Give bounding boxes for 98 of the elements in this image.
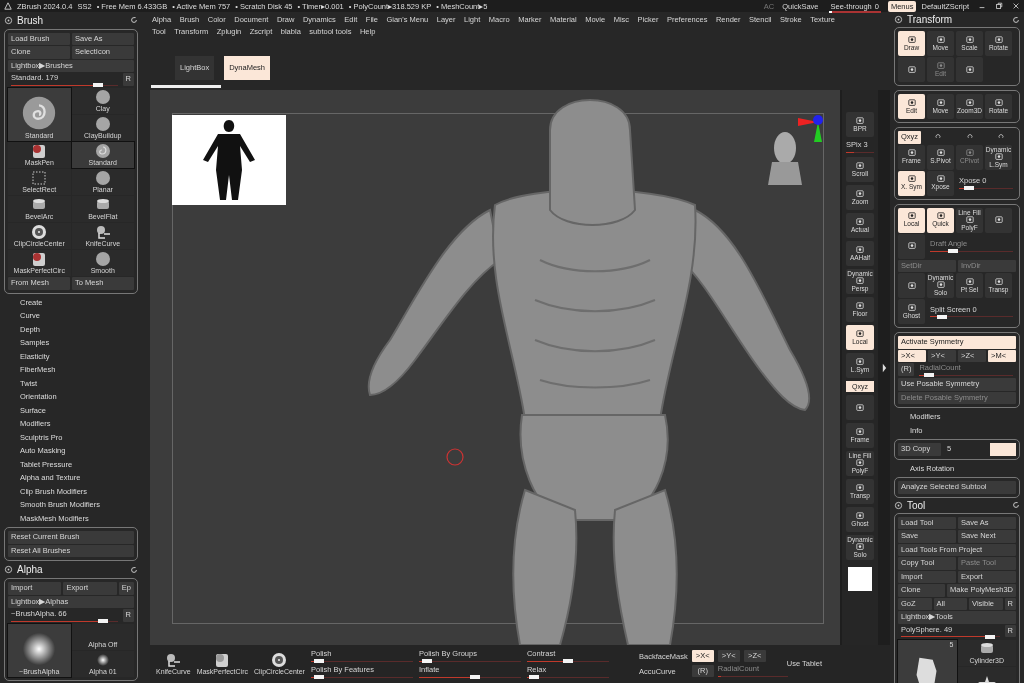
slider-track[interactable] (310, 659, 413, 663)
slider-thumb[interactable] (421, 659, 432, 663)
tool-glyph-icon (935, 212, 946, 220)
head-bust-icon[interactable] (768, 132, 802, 185)
slider-thumb[interactable] (529, 675, 540, 679)
slider-thumb[interactable] (97, 619, 108, 623)
tool-glyph-icon (906, 35, 917, 44)
logo-icon (4, 2, 12, 10)
tool-glyph-icon (993, 277, 1004, 286)
tool-glyph-icon (906, 98, 917, 107)
tool-glyph-icon (906, 65, 917, 74)
slider-track[interactable] (828, 10, 881, 13)
tool-glyph-icon (935, 35, 946, 44)
slider-track[interactable] (11, 619, 118, 623)
tool-glyph-icon (906, 281, 917, 290)
slider-thumb[interactable] (985, 634, 996, 639)
tool-glyph-icon (993, 35, 1004, 44)
tool-glyph-icon (964, 65, 975, 74)
tool-glyph-icon (935, 149, 946, 157)
tool-glyph-icon (855, 543, 865, 551)
slider-track[interactable] (11, 83, 118, 88)
tool-glyph-icon (855, 357, 865, 366)
tool-glyph-icon (855, 403, 865, 412)
tool-glyph-icon (993, 216, 1004, 224)
tool-glyph-icon (855, 245, 865, 254)
tool-glyph-icon (855, 189, 865, 198)
tool-glyph-icon (855, 277, 865, 285)
tool-glyph-icon (906, 175, 917, 183)
tool-glyph-icon (906, 149, 917, 157)
slider-track[interactable] (418, 659, 521, 663)
tool-glyph-icon (855, 161, 865, 170)
tool-button[interactable] (898, 273, 925, 298)
tool-glyph-icon (993, 98, 1004, 107)
slider-thumb[interactable] (937, 314, 948, 319)
slider-thumb[interactable] (562, 659, 573, 663)
tool-glyph-icon (855, 217, 865, 226)
slider-track[interactable] (717, 674, 788, 678)
tool-button[interactable] (956, 57, 983, 82)
tool-glyph-icon (855, 511, 865, 520)
slider-thumb[interactable] (313, 659, 324, 663)
tool-glyph-icon (855, 427, 865, 436)
palette-title[interactable]: Brush (17, 14, 126, 26)
palette-icon (4, 565, 13, 575)
palette-icon (894, 15, 903, 24)
slider-track[interactable] (310, 675, 413, 679)
viewport[interactable] (150, 90, 840, 645)
tool-glyph-icon (855, 329, 865, 338)
silhouette-thumbnail[interactable] (172, 115, 286, 205)
palette-title[interactable]: Tool (907, 499, 1008, 511)
tool-glyph-icon (855, 301, 865, 310)
tool-glyph-icon (906, 242, 917, 250)
color-swatch[interactable] (848, 567, 872, 591)
palette-title[interactable]: Alpha (17, 564, 126, 576)
slider-thumb[interactable] (93, 83, 104, 88)
slider-track[interactable] (930, 314, 1013, 319)
tool-glyph-icon (964, 277, 975, 286)
slider-thumb[interactable] (469, 675, 480, 679)
slider-track[interactable] (959, 186, 1013, 190)
slider-thumb[interactable] (964, 186, 975, 190)
tool-glyph-icon (906, 212, 917, 220)
refresh-icon[interactable] (130, 16, 138, 25)
slider-thumb[interactable] (313, 675, 324, 679)
input-field[interactable] (990, 443, 1016, 456)
slider-track[interactable] (526, 675, 609, 679)
tool-glyph-icon (935, 175, 946, 183)
tool-glyph-icon (855, 483, 865, 492)
palette-icon (894, 500, 903, 510)
tool-glyph-icon (935, 281, 946, 289)
tool-glyph-icon (993, 152, 1004, 161)
tool-glyph-icon (855, 116, 865, 125)
tool-button[interactable] (898, 233, 925, 259)
tool-glyph-icon (964, 35, 975, 44)
slider-track[interactable] (901, 634, 1000, 639)
slider-track[interactable] (919, 373, 1013, 377)
refresh-icon[interactable] (1012, 501, 1020, 509)
slider-track[interactable] (930, 249, 1013, 253)
close-icon[interactable] (1012, 2, 1020, 10)
brush-cursor-icon (446, 448, 464, 466)
restore-icon[interactable] (995, 2, 1003, 10)
tool-button[interactable] (985, 207, 1012, 233)
tool-glyph-icon (935, 61, 946, 70)
tool-glyph-icon (964, 149, 975, 157)
collapse-arrow-icon[interactable] (881, 362, 887, 373)
refresh-icon[interactable] (1012, 15, 1020, 24)
refresh-icon[interactable] (130, 565, 138, 574)
tool-glyph-icon (935, 98, 946, 107)
slider-track[interactable] (846, 150, 874, 154)
slider-track[interactable] (418, 675, 521, 679)
tool-button[interactable] (898, 57, 925, 82)
tool-glyph-icon (964, 215, 975, 224)
palette-icon (4, 15, 13, 25)
tool-glyph-icon (855, 459, 865, 467)
axis-gizmo-icon[interactable] (798, 115, 823, 142)
shelf-button[interactable] (846, 395, 874, 420)
palette-title[interactable]: Transform (907, 14, 1008, 25)
slider-track[interactable] (526, 659, 609, 663)
tool-glyph-icon (906, 303, 917, 312)
tool-glyph-icon (964, 98, 975, 107)
